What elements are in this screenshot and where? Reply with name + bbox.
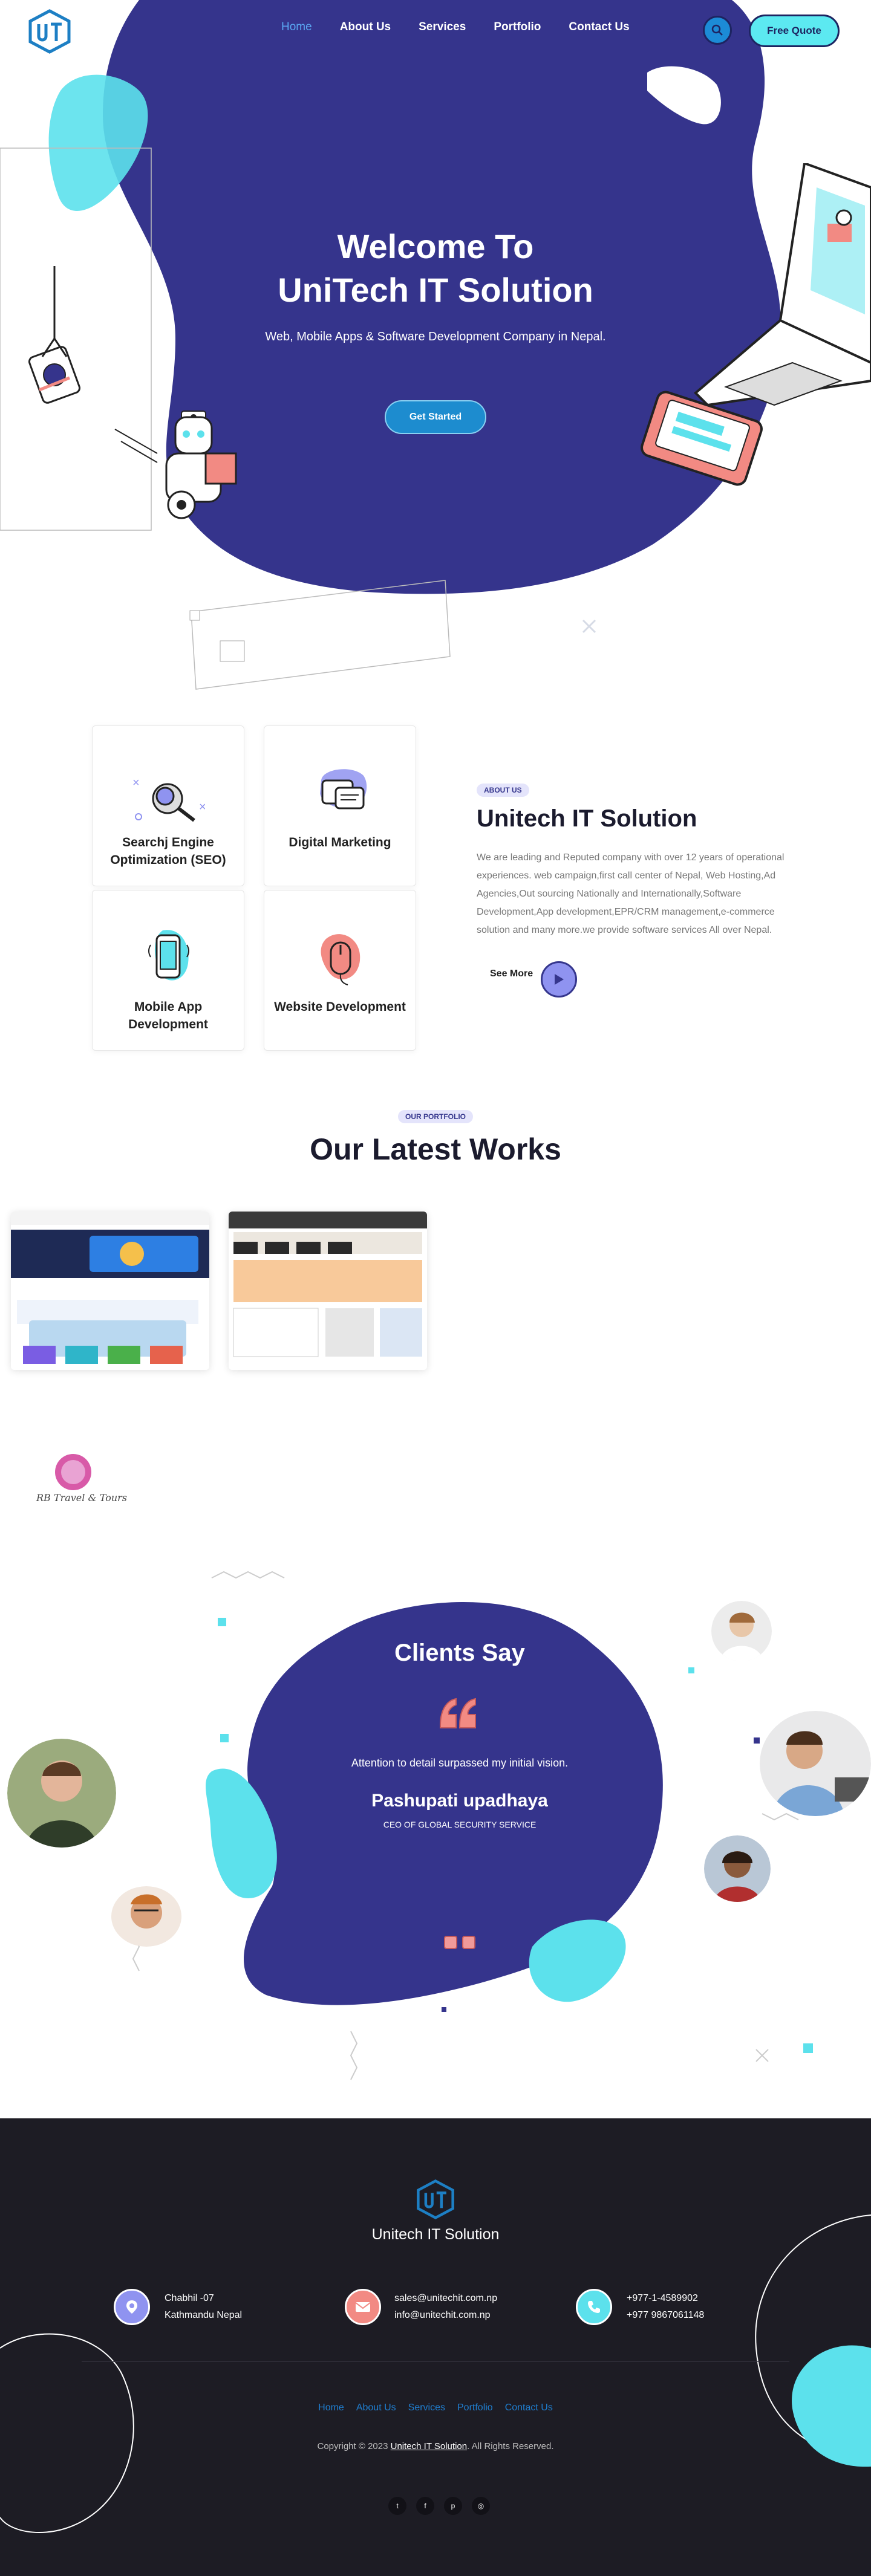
page: Home About Us Services Portfolio Contact… xyxy=(0,0,871,2576)
service-label: Website Development xyxy=(274,1000,406,1014)
main-nav: Home About Us Services Portfolio Contact… xyxy=(281,21,630,34)
footer-divider xyxy=(82,2361,789,2362)
client-name: Pashupati upadhaya xyxy=(371,1791,548,1811)
get-started-button[interactable]: Get Started xyxy=(385,400,486,434)
nav-services[interactable]: Services xyxy=(419,21,466,34)
portfolio-title: Our Latest Works xyxy=(310,1132,561,1166)
service-label: Mobile App Development xyxy=(128,1000,208,1031)
about-text: We are leading and Reputed company with … xyxy=(477,852,785,935)
nav-contact-us[interactable]: Contact Us xyxy=(569,21,629,34)
client-avatar xyxy=(711,1601,772,1661)
instagram-icon[interactable]: ◎ xyxy=(472,2497,490,2515)
next-testimonial-button[interactable] xyxy=(462,1936,475,1949)
quote-mark-icon xyxy=(440,1698,476,1728)
footer-link-contact-us[interactable]: Contact Us xyxy=(505,2402,553,2413)
footer-link-home[interactable]: Home xyxy=(318,2402,344,2413)
nav-home[interactable]: Home xyxy=(281,21,312,34)
portfolio-item-news-site[interactable] xyxy=(229,1212,427,1370)
service-card-digital-marketing[interactable]: Digital Marketing xyxy=(264,725,416,886)
pinterest-icon[interactable]: p xyxy=(444,2497,462,2515)
client-avatar xyxy=(760,1711,871,1816)
service-label: Searchj Engine Optimization (SEO) xyxy=(110,835,226,867)
footer-phone: +977-1-4589902 +977 9867061148 xyxy=(627,2290,704,2324)
portfolio-item-education-site[interactable] xyxy=(11,1212,209,1370)
service-card-website[interactable]: Website Development xyxy=(264,890,416,1051)
hero-title-line1: Welcome To xyxy=(337,227,534,265)
envelope-icon xyxy=(355,2302,371,2312)
phone-line2[interactable]: +977 9867061148 xyxy=(627,2307,704,2324)
client-role: CEO OF GLOBAL SECURITY SERVICE xyxy=(383,1820,537,1829)
copyright-prefix: Copyright © 2023 xyxy=(317,2441,388,2451)
mouse-icon xyxy=(321,934,360,985)
footer-link-about-us[interactable]: About Us xyxy=(356,2402,396,2413)
footer-links: Home About Us Services Portfolio Contact… xyxy=(0,2402,871,2413)
service-label: Digital Marketing xyxy=(289,835,391,849)
phone-button[interactable] xyxy=(576,2289,612,2325)
broken-image-frame xyxy=(189,580,451,690)
svg-text:×: × xyxy=(199,800,205,814)
unitech-logo[interactable] xyxy=(27,8,73,54)
address-line1: Chabhil -07 xyxy=(165,2293,214,2303)
service-card-mobile-app[interactable]: Mobile App Development xyxy=(92,890,244,1051)
footer-brand: Unitech IT Solution xyxy=(371,2226,500,2243)
portfolio-thumbnail xyxy=(11,1212,209,1370)
nav-about-us[interactable]: About Us xyxy=(340,21,391,34)
see-more-link[interactable]: See More xyxy=(490,968,533,979)
partner-name: RB Travel & Tours xyxy=(36,1492,128,1504)
email-button[interactable] xyxy=(345,2289,381,2325)
hero-title: Welcome To UniTech IT Solution xyxy=(218,225,653,312)
chat-bubbles-icon xyxy=(320,769,367,809)
nav-portfolio[interactable]: Portfolio xyxy=(494,21,541,34)
copyright-suffix: . All Rights Reserved. xyxy=(467,2441,554,2451)
search-button[interactable] xyxy=(703,16,732,45)
copyright-link[interactable]: Unitech IT Solution xyxy=(391,2441,467,2451)
free-quote-button[interactable]: Free Quote xyxy=(749,15,840,47)
hero-title-line2: UniTech IT Solution xyxy=(278,271,593,309)
about-badge: ABOUT US xyxy=(477,784,529,797)
address-line2: Kathmandu Nepal xyxy=(165,2310,243,2320)
hanging-tag-illustration xyxy=(28,266,80,404)
footer-email: sales@unitechit.com.np info@unitechit.co… xyxy=(394,2290,497,2324)
testimonial-quote: Attention to detail surpassed my initial… xyxy=(351,1757,569,1769)
client-avatar xyxy=(111,1886,181,1947)
partner-logo xyxy=(55,1454,91,1490)
client-avatar xyxy=(7,1739,116,1848)
svg-text:×: × xyxy=(132,776,140,790)
clients-say-title: Clients Say xyxy=(394,1640,525,1666)
laptop-phone-illustration xyxy=(641,163,871,486)
hero-subtitle: Web, Mobile Apps & Software Development … xyxy=(265,330,606,343)
email-line2[interactable]: info@unitechit.com.np xyxy=(394,2307,497,2324)
phone-icon xyxy=(588,2301,600,2313)
phone-line1[interactable]: +977-1-4589902 xyxy=(627,2290,704,2307)
location-pin-icon xyxy=(126,2300,137,2314)
play-button[interactable] xyxy=(541,961,577,998)
copyright: Copyright © 2023 Unitech IT Solution. Al… xyxy=(0,2441,871,2451)
email-line1[interactable]: sales@unitechit.com.np xyxy=(394,2290,497,2307)
footer-link-services[interactable]: Services xyxy=(408,2402,445,2413)
footer-link-portfolio[interactable]: Portfolio xyxy=(457,2402,493,2413)
play-icon xyxy=(555,974,564,985)
footer-address: Chabhil -07 Kathmandu Nepal xyxy=(165,2290,242,2324)
search-icon xyxy=(711,24,723,36)
robot-illustration xyxy=(114,410,237,519)
magnifier-icon: × × xyxy=(132,776,205,822)
service-card-seo[interactable]: × × Searchj Engine Optimization (SEO) xyxy=(92,725,244,886)
prev-testimonial-button[interactable] xyxy=(444,1936,457,1949)
portfolio-thumbnail xyxy=(229,1212,427,1370)
mobile-phone-icon xyxy=(148,930,189,981)
decorative-cross-icon xyxy=(582,619,596,634)
footer-logo[interactable] xyxy=(415,2179,456,2220)
twitter-icon[interactable]: t xyxy=(388,2497,406,2515)
about-title: Unitech IT Solution xyxy=(477,805,697,832)
client-avatar xyxy=(704,1835,771,1902)
location-button[interactable] xyxy=(114,2289,150,2325)
portfolio-badge: OUR PORTFOLIO xyxy=(398,1110,473,1123)
facebook-icon[interactable]: f xyxy=(416,2497,434,2515)
